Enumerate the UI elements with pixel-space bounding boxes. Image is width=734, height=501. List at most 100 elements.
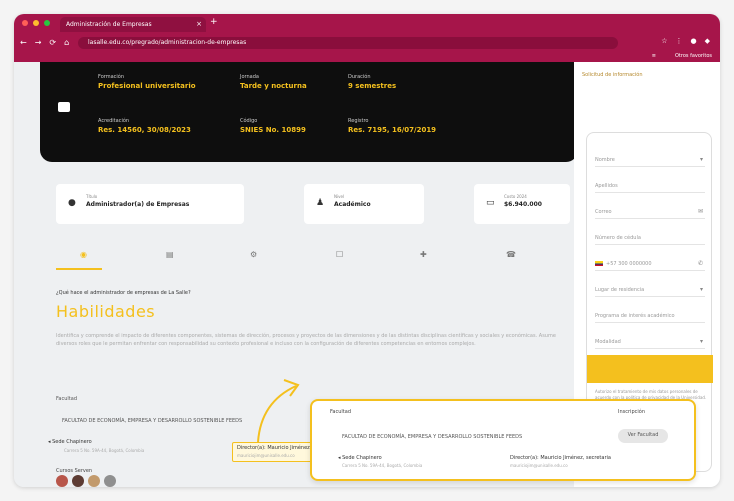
- lastname-field-placeholder: Apellidos: [595, 183, 618, 189]
- tab-contact-icon[interactable]: ☎: [506, 250, 516, 259]
- tab-close-icon[interactable]: ×: [196, 20, 202, 28]
- hero-field-label: Jornada: [240, 74, 259, 80]
- bookmarks-folder[interactable]: Otros favoritos: [675, 53, 712, 59]
- hero-field-registro: Registro Res. 7195, 16/07/2019: [348, 118, 436, 134]
- home-icon[interactable]: ⌂: [64, 38, 69, 47]
- bookmarks-list-icon[interactable]: ≡: [652, 53, 656, 59]
- popup-side-label: Inscripción: [618, 409, 645, 415]
- avatar[interactable]: [56, 475, 68, 487]
- callout-arrow-icon: [257, 379, 300, 443]
- new-tab-icon[interactable]: +: [210, 17, 218, 27]
- content-tabs: ◉ ▤ ⚙ ☐ ✚ ☎: [54, 250, 564, 266]
- hero-field-label: Acreditación: [98, 118, 130, 124]
- browser-window: Administración de Empresas × + ← → ⟳ ⌂ l…: [14, 14, 720, 487]
- phone-placeholder: +57 300 0000000: [606, 261, 652, 267]
- phone-icon: ✆: [697, 260, 703, 267]
- tab-plan-icon[interactable]: ▤: [166, 250, 174, 259]
- name-field-placeholder: Nombre: [595, 157, 615, 163]
- bookmark-star-icon[interactable]: ☆: [661, 37, 667, 45]
- lastname-field[interactable]: Apellidos: [595, 179, 705, 193]
- id-number-field[interactable]: Número de cédula: [595, 231, 705, 245]
- wallet-icon: ▭: [486, 198, 495, 208]
- card-label: Nivel: [334, 194, 345, 199]
- hero-field-value: Res. 7195, 16/07/2019: [348, 126, 437, 134]
- popup-label: Facultad: [330, 409, 351, 415]
- card-label: Título: [86, 194, 98, 199]
- tab-plus-icon[interactable]: ✚: [420, 250, 427, 259]
- hero-field-label: Formación: [98, 74, 125, 80]
- modality-select[interactable]: Modalidad ▾: [595, 335, 705, 349]
- program-placeholder: Programa de interés académico: [595, 313, 675, 319]
- email-field[interactable]: Correo ✉: [595, 205, 705, 219]
- hero-field-value: Profesional universitario: [98, 82, 196, 90]
- avatar[interactable]: [104, 475, 116, 487]
- avatar[interactable]: [88, 475, 100, 487]
- facultad-label: Facultad: [56, 396, 77, 402]
- minimize-window-icon[interactable]: [33, 20, 39, 26]
- hero-field-jornada: Jornada Tarde y nocturna: [240, 74, 307, 90]
- popup-contact-email[interactable]: mauriciojim@unisalle.edu.co: [510, 463, 568, 468]
- name-field[interactable]: Nombre ▾: [595, 153, 705, 167]
- cursos-label: Cursos Serven: [56, 468, 93, 474]
- close-window-icon[interactable]: [22, 20, 28, 26]
- hero-field-formacion: Formación Profesional universitario: [98, 74, 196, 90]
- submit-button[interactable]: [587, 355, 713, 383]
- avatar[interactable]: [72, 475, 84, 487]
- sede-address: Carrera 5 No. 59A-44, Bogotá, Colombia: [64, 448, 145, 453]
- popup-facultad-name: FACULTAD DE ECONOMÍA, EMPRESA Y DESARROL…: [342, 434, 523, 440]
- menu-icon[interactable]: ⋮: [676, 37, 683, 45]
- forward-icon[interactable]: →: [35, 38, 42, 47]
- url-input[interactable]: lasalle.edu.co/pregrado/administracion-d…: [78, 37, 618, 49]
- modality-placeholder: Modalidad: [595, 339, 621, 345]
- window-controls: [22, 20, 50, 26]
- hero-field-duracion: Duración 9 semestres: [348, 74, 396, 90]
- extension-icon[interactable]: ◆: [705, 37, 710, 45]
- program-icon: [58, 102, 70, 112]
- hero-field-value: Res. 14560, 30/08/2023: [98, 126, 191, 134]
- hero-field-codigo: Código SNIES No. 10899: [240, 118, 306, 134]
- popup-sede-label: Sede Chapinero: [342, 455, 382, 461]
- nav-buttons: ← → ⟳ ⌂: [20, 38, 69, 47]
- program-select[interactable]: Programa de interés académico: [595, 309, 705, 323]
- title-card: ● Título Administrador(a) de Empresas: [56, 184, 244, 224]
- hero-field-label: Duración: [348, 74, 371, 80]
- profile-icon[interactable]: ●: [691, 37, 697, 45]
- chevron-down-icon: ▾: [699, 286, 703, 293]
- active-tab-indicator: [56, 268, 102, 270]
- card-value: Académico: [334, 201, 371, 208]
- browser-tabbar: Administración de Empresas × +: [14, 14, 720, 32]
- person-icon: ♟: [316, 198, 325, 208]
- email-field-placeholder: Correo: [595, 209, 612, 215]
- popup-sede: ◂ Sede Chapinero: [338, 455, 382, 461]
- question-heading: ¿Qué hace el administrador de empresas d…: [56, 290, 191, 296]
- hero-field-label: Código: [240, 118, 258, 124]
- phone-field[interactable]: +57 300 0000000 ✆: [595, 257, 705, 271]
- address-bar-row: ← → ⟳ ⌂ lasalle.edu.co/pregrado/administ…: [14, 32, 720, 62]
- ver-facultad-button[interactable]: Ver Facultad: [618, 429, 668, 443]
- sede-label: Sede Chapinero: [52, 439, 92, 445]
- tab-document-icon[interactable]: ☐: [336, 250, 343, 259]
- hero-field-acreditacion: Acreditación Res. 14560, 30/08/2023: [98, 118, 191, 134]
- avatar-group: [56, 475, 116, 487]
- tab-habilidades-icon[interactable]: ◉: [80, 250, 87, 259]
- section-paragraph: Identifica y comprende el impacto de dif…: [56, 333, 556, 347]
- hero-field-value: SNIES No. 10899: [240, 126, 306, 134]
- hero-field-value: Tarde y nocturna: [240, 82, 307, 90]
- colombia-flag-icon[interactable]: [595, 261, 603, 266]
- program-hero: Formación Profesional universitario Jorn…: [40, 62, 578, 162]
- id-number-placeholder: Número de cédula: [595, 235, 641, 241]
- reload-icon[interactable]: ⟳: [49, 38, 56, 47]
- mail-icon: ✉: [697, 208, 703, 215]
- facultad-name: FACULTAD DE ECONOMÍA, EMPRESA Y DESARROL…: [62, 418, 243, 424]
- maximize-window-icon[interactable]: [44, 20, 50, 26]
- residence-select[interactable]: Lugar de residencia ▾: [595, 283, 705, 297]
- popup-contact-name: Director(a): Mauricio Jiménez, secretari…: [510, 455, 611, 461]
- info-request-link[interactable]: Solicitud de información: [582, 72, 643, 78]
- hero-field-label: Registro: [348, 118, 369, 124]
- residence-placeholder: Lugar de residencia: [595, 287, 645, 293]
- browser-tab[interactable]: Administración de Empresas ×: [60, 17, 206, 32]
- back-icon[interactable]: ←: [20, 38, 27, 47]
- tab-settings-icon[interactable]: ⚙: [250, 250, 257, 259]
- page-content: Formación Profesional universitario Jorn…: [14, 62, 720, 487]
- sede-name: ◂ Sede Chapinero: [48, 439, 92, 445]
